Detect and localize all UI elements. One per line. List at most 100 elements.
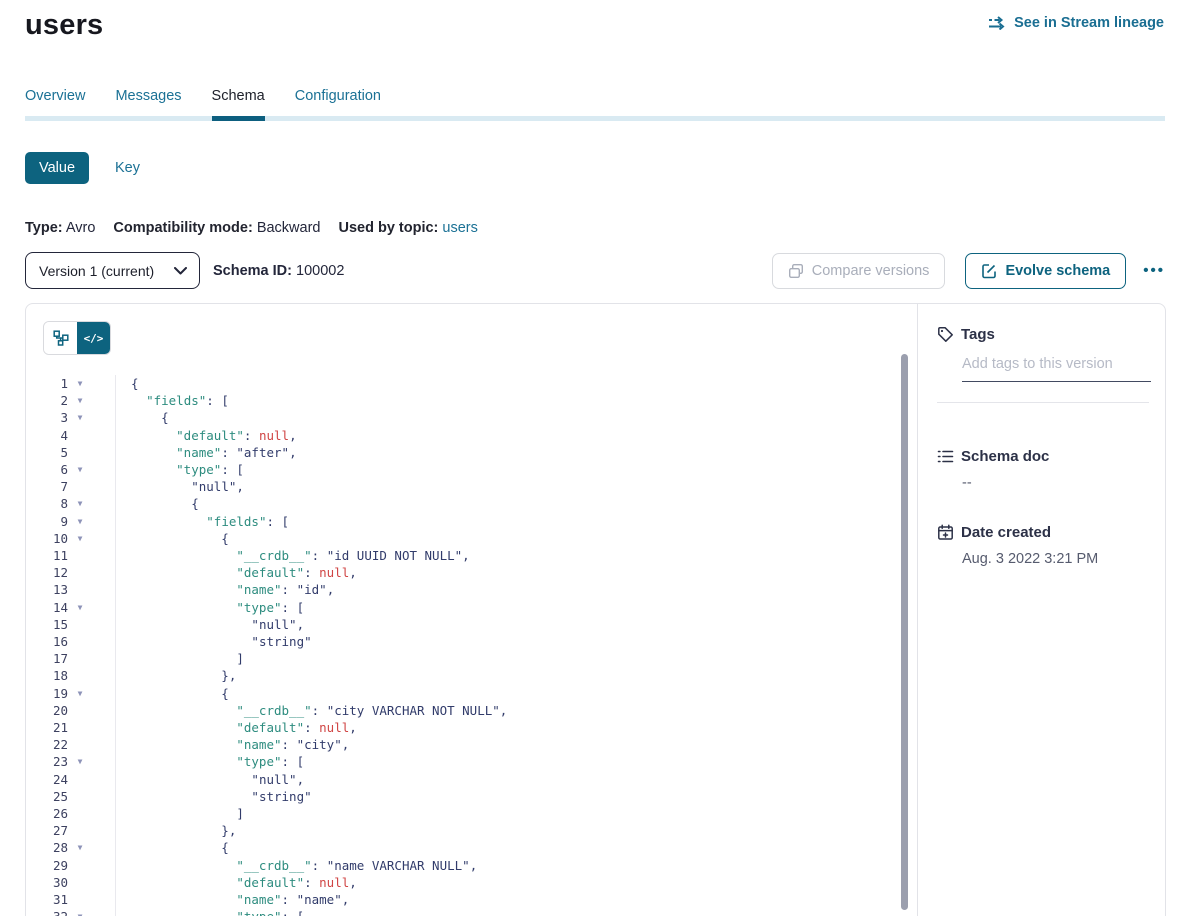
- schema-type: Type: Avro: [25, 220, 95, 236]
- code-line: "null",: [131, 478, 507, 495]
- more-options-button[interactable]: •••: [1143, 266, 1165, 276]
- date-created-section: Date created Aug. 3 2022 3:21 PM: [937, 524, 1149, 567]
- line-number: 30: [26, 874, 68, 891]
- code-line: "default": null,: [131, 427, 507, 444]
- line-number: 10: [26, 530, 68, 547]
- tab-messages[interactable]: Messages: [115, 88, 181, 116]
- line-number: 23: [26, 753, 68, 770]
- line-number: 3: [26, 409, 68, 426]
- fold-spacer: [68, 650, 92, 667]
- gutter-line: 14▼: [26, 599, 115, 616]
- fold-toggle-icon[interactable]: ▼: [68, 530, 92, 547]
- schema-sidebar: Tags Schema doc --: [917, 304, 1165, 916]
- version-select[interactable]: Version 1 (current): [25, 252, 200, 289]
- chevron-down-icon: [174, 267, 187, 275]
- compatibility-mode: Compatibility mode: Backward: [113, 220, 320, 236]
- sidebar-divider: [937, 402, 1149, 403]
- editor-gutter: 1▼2▼3▼456▼78▼9▼10▼11121314▼1516171819▼20…: [26, 375, 116, 916]
- fold-toggle-icon[interactable]: ▼: [68, 839, 92, 856]
- tab-overview[interactable]: Overview: [25, 88, 85, 116]
- fold-toggle-icon[interactable]: ▼: [68, 392, 92, 409]
- tree-view-button[interactable]: [44, 322, 77, 354]
- add-tags-input[interactable]: [962, 356, 1151, 382]
- line-number: 20: [26, 702, 68, 719]
- code-line: "name": "city",: [131, 736, 507, 753]
- schema-id: Schema ID: 100002: [213, 263, 344, 279]
- gutter-line: 20: [26, 702, 115, 719]
- code-view-button[interactable]: </>: [77, 322, 110, 354]
- value-toggle-button[interactable]: Value: [25, 152, 89, 184]
- compare-icon: [788, 263, 804, 279]
- fold-toggle-icon[interactable]: ▼: [68, 513, 92, 530]
- fold-toggle-icon[interactable]: ▼: [68, 409, 92, 426]
- line-number: 17: [26, 650, 68, 667]
- fold-toggle-icon[interactable]: ▼: [68, 908, 92, 916]
- gutter-line: 18: [26, 667, 115, 684]
- gutter-line: 10▼: [26, 530, 115, 547]
- gutter-line: 3▼: [26, 409, 115, 426]
- schema-panel: </> 1▼2▼3▼456▼78▼9▼10▼11121314▼151617181…: [25, 303, 1166, 916]
- gutter-line: 11: [26, 547, 115, 564]
- code-line: "type": [: [131, 908, 507, 916]
- fold-toggle-icon[interactable]: ▼: [68, 685, 92, 702]
- gutter-line: 30: [26, 874, 115, 891]
- line-number: 13: [26, 581, 68, 598]
- line-number: 1: [26, 375, 68, 392]
- line-number: 22: [26, 736, 68, 753]
- fold-spacer: [68, 616, 92, 633]
- used-by-topic: Used by topic: users: [338, 220, 477, 236]
- fold-spacer: [68, 478, 92, 495]
- line-number: 18: [26, 667, 68, 684]
- compare-versions-button[interactable]: Compare versions: [772, 253, 946, 289]
- gutter-line: 26: [26, 805, 115, 822]
- gutter-line: 21: [26, 719, 115, 736]
- fold-toggle-icon[interactable]: ▼: [68, 461, 92, 478]
- stream-lineage-link[interactable]: See in Stream lineage: [988, 15, 1164, 31]
- gutter-line: 25: [26, 788, 115, 805]
- schema-doc-heading: Schema doc: [937, 448, 1149, 465]
- key-toggle-button[interactable]: Key: [115, 160, 140, 176]
- edit-icon: [981, 263, 997, 279]
- topic-link[interactable]: users: [442, 220, 477, 236]
- code-line: "null",: [131, 616, 507, 633]
- gutter-line: 22: [26, 736, 115, 753]
- line-number: 27: [26, 822, 68, 839]
- code-line: "type": [: [131, 599, 507, 616]
- fold-spacer: [68, 427, 92, 444]
- fold-toggle-icon[interactable]: ▼: [68, 599, 92, 616]
- fold-spacer: [68, 702, 92, 719]
- code-view-icon: </>: [84, 332, 104, 345]
- fold-spacer: [68, 444, 92, 461]
- gutter-line: 9▼: [26, 513, 115, 530]
- fold-toggle-icon[interactable]: ▼: [68, 753, 92, 770]
- code-line: "__crdb__": "id UUID NOT NULL",: [131, 547, 507, 564]
- date-created-heading: Date created: [937, 524, 1149, 541]
- tags-section: Tags: [937, 326, 1149, 403]
- code-line: },: [131, 667, 507, 684]
- gutter-line: 16: [26, 633, 115, 650]
- editor-scrollbar[interactable]: [901, 354, 908, 910]
- line-number: 5: [26, 444, 68, 461]
- evolve-schema-button[interactable]: Evolve schema: [965, 253, 1126, 289]
- gutter-line: 19▼: [26, 685, 115, 702]
- tab-configuration[interactable]: Configuration: [295, 88, 381, 116]
- tab-schema[interactable]: Schema: [212, 88, 265, 121]
- code-line: ]: [131, 650, 507, 667]
- code-line: {: [131, 375, 507, 392]
- fold-toggle-icon[interactable]: ▼: [68, 375, 92, 392]
- fold-toggle-icon[interactable]: ▼: [68, 495, 92, 512]
- line-number: 9: [26, 513, 68, 530]
- schema-editor: </> 1▼2▼3▼456▼78▼9▼10▼11121314▼151617181…: [26, 304, 917, 916]
- fold-spacer: [68, 547, 92, 564]
- code-line: "string": [131, 788, 507, 805]
- gutter-line: 7: [26, 478, 115, 495]
- editor-code[interactable]: { "fields": [ { "default": null, "name":…: [116, 375, 507, 916]
- tag-icon: [937, 326, 954, 343]
- code-line: "name": "after",: [131, 444, 507, 461]
- fold-spacer: [68, 857, 92, 874]
- stream-lineage-icon: [988, 16, 1007, 30]
- fold-spacer: [68, 719, 92, 736]
- fold-spacer: [68, 667, 92, 684]
- schema-doc-value: --: [962, 475, 1149, 491]
- code-line: "name": "id",: [131, 581, 507, 598]
